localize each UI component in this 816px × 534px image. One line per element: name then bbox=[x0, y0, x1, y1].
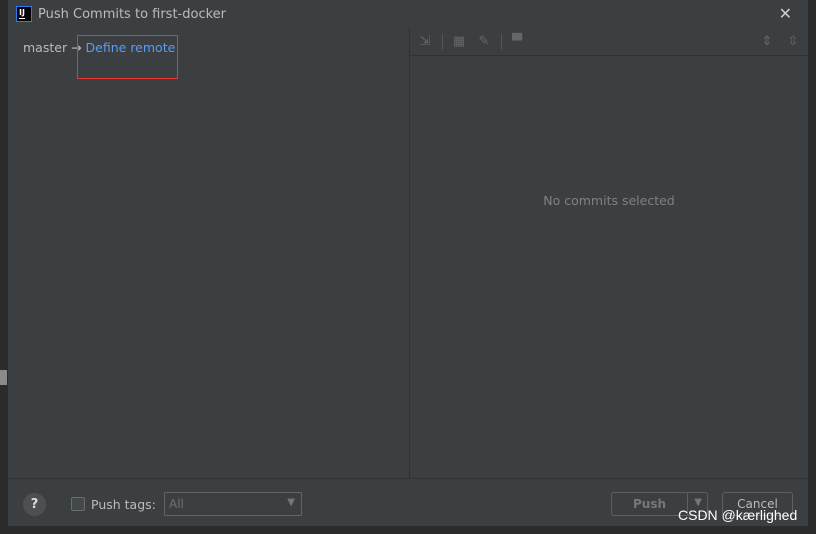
tags-select[interactable]: All ▼ bbox=[164, 492, 302, 516]
push-tags-label: Push tags: bbox=[91, 497, 156, 512]
highlight-box bbox=[77, 35, 178, 79]
empty-state-text: No commits selected bbox=[543, 193, 675, 208]
close-icon[interactable]: ✕ bbox=[779, 4, 792, 23]
group-by-icon[interactable]: ▦ bbox=[452, 35, 466, 49]
chevron-down-icon: ▼ bbox=[287, 497, 295, 508]
collapse-all-icon[interactable]: ⇳ bbox=[786, 35, 800, 49]
title-bar: IJ Push Commits to first-docker ✕ bbox=[8, 0, 808, 28]
push-button-label: Push bbox=[632, 497, 667, 511]
separator bbox=[442, 34, 443, 50]
window-title: Push Commits to first-docker bbox=[38, 7, 227, 22]
watermark: CSDN @kærlighed bbox=[678, 507, 798, 523]
intellij-logo-icon: IJ bbox=[16, 6, 32, 22]
details-toolbar: ⇲ ▦ ✎ ▀ ⇕ ⇳ bbox=[410, 28, 808, 56]
local-branch: master bbox=[23, 40, 68, 55]
push-dialog: IJ Push Commits to first-docker ✕ master… bbox=[8, 0, 808, 526]
repositories-panel: master → Define remote bbox=[8, 28, 408, 478]
push-tags-checkbox[interactable] bbox=[71, 497, 85, 511]
merge-arrows-icon[interactable]: ⇲ bbox=[418, 35, 432, 49]
commit-details-panel: ⇲ ▦ ✎ ▀ ⇕ ⇳ No commits selected bbox=[409, 28, 808, 478]
preview-icon[interactable]: ▀ bbox=[510, 35, 524, 49]
left-edge-marker bbox=[0, 370, 7, 385]
tags-select-value: All bbox=[169, 497, 184, 511]
edit-icon[interactable]: ✎ bbox=[477, 35, 491, 49]
help-button[interactable]: ? bbox=[23, 493, 46, 516]
expand-all-icon[interactable]: ⇕ bbox=[760, 35, 774, 49]
separator bbox=[501, 34, 502, 50]
